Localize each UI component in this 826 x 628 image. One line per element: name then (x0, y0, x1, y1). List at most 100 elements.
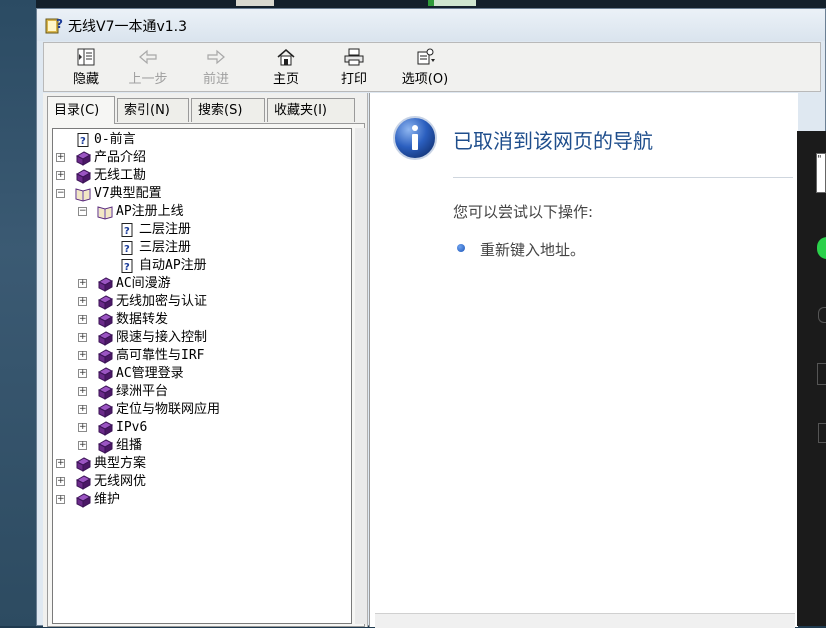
tree-scrollbar[interactable] (355, 128, 367, 624)
tree-node[interactable]: + AC间漫游 (53, 275, 343, 293)
svg-text:?: ? (124, 244, 130, 255)
tree-node[interactable]: + 无线网优 (53, 473, 343, 491)
expand-icon[interactable]: + (78, 441, 87, 450)
overlay-tool-icon[interactable] (818, 307, 826, 323)
closed-book-icon (97, 403, 113, 418)
tree-node[interactable]: ? 0-前言 (53, 131, 343, 149)
tree-node-label: 无线工勘 (94, 168, 147, 183)
tree-node[interactable]: + 无线工勘 (53, 167, 343, 185)
collapse-icon[interactable]: − (56, 189, 65, 198)
tree-node[interactable]: + 绿洲平台 (53, 383, 343, 401)
closed-book-icon (97, 277, 113, 292)
svg-text:?: ? (56, 17, 63, 31)
expand-icon[interactable]: + (78, 315, 87, 324)
tree-node[interactable]: + AC管理登录 (53, 365, 343, 383)
print-label: 打印 (340, 72, 367, 87)
tree-node[interactable]: − AP注册上线 (53, 203, 343, 221)
tree-node[interactable]: + 限速与接入控制 (53, 329, 343, 347)
closed-book-icon (97, 331, 113, 346)
tab-contents-label: 目录(C) (54, 103, 100, 118)
tree-node-label: V7典型配置 (94, 186, 162, 201)
overlay-search-input[interactable]: " (816, 153, 826, 193)
tab-search-label: 搜索(S) (198, 103, 243, 118)
tree-node-label: 三层注册 (139, 240, 192, 255)
chat-app-icon[interactable] (817, 237, 826, 259)
expand-icon[interactable]: + (78, 387, 87, 396)
tab-search[interactable]: 搜索(S) (191, 98, 265, 122)
collapse-icon[interactable]: − (78, 207, 87, 216)
tree-frame: ? 0-前言 + 产品介绍 + 无线工勘 − V7典型配置 − AP注册上线? 二层注册? 三层注册?… (47, 123, 367, 627)
tree-node[interactable]: ? 三层注册 (53, 239, 343, 257)
tree-node[interactable]: + 产品介绍 (53, 149, 343, 167)
forward-button[interactable]: 前进 (186, 45, 246, 89)
expand-icon[interactable]: + (56, 153, 65, 162)
taskbar-thumbnail[interactable] (428, 0, 476, 6)
expand-icon[interactable]: + (78, 369, 87, 378)
tree-node[interactable]: ? 二层注册 (53, 221, 343, 239)
tree-node[interactable]: + 典型方案 (53, 455, 343, 473)
expand-icon[interactable]: + (56, 171, 65, 180)
help-page-icon: ? (121, 241, 133, 255)
tab-contents[interactable]: 目录(C) (47, 96, 115, 124)
svg-text:?: ? (124, 226, 130, 237)
title-bar[interactable]: ? 无线V7一本通v1.3 (37, 9, 825, 41)
tab-favorites[interactable]: 收藏夹(I) (267, 98, 355, 122)
tree-node[interactable]: + IPv6 (53, 419, 343, 437)
expand-icon[interactable]: + (78, 297, 87, 306)
overlay-box-icon[interactable] (817, 363, 826, 385)
expand-icon[interactable]: + (78, 351, 87, 360)
closed-book-icon (97, 439, 113, 454)
tree-node-label: 高可靠性与IRF (116, 348, 205, 363)
tree-node[interactable]: + 组播 (53, 437, 343, 455)
home-label: 主页 (272, 72, 299, 87)
tree-node[interactable]: + 高可靠性与IRF (53, 347, 343, 365)
taskbar-thumbnail[interactable] (236, 0, 274, 6)
tab-index[interactable]: 索引(N) (117, 98, 189, 122)
open-book-icon (97, 206, 113, 220)
tree-node-label: 维护 (94, 492, 121, 507)
print-button[interactable]: 打印 (324, 45, 384, 89)
expand-icon[interactable]: + (78, 333, 87, 342)
overlay-doc-icon[interactable] (818, 423, 826, 443)
expand-icon[interactable]: + (56, 459, 65, 468)
help-page-icon: ? (121, 223, 133, 237)
open-book-icon (75, 188, 91, 202)
expand-icon[interactable]: + (78, 423, 87, 432)
tree-node-label: AC管理登录 (116, 366, 184, 381)
closed-book-icon (75, 475, 91, 490)
expand-icon[interactable]: + (78, 405, 87, 414)
tree-node-label: 典型方案 (94, 456, 147, 471)
tree-node-label: IPv6 (116, 420, 148, 435)
expand-icon[interactable]: + (78, 279, 87, 288)
back-arrow-icon (139, 49, 157, 65)
closed-book-icon (97, 385, 113, 400)
tree-node-label: 绿洲平台 (116, 384, 169, 399)
hide-button[interactable]: 隐藏 (56, 45, 116, 89)
svg-text:?: ? (80, 136, 86, 147)
tree-node-label: 产品介绍 (94, 150, 147, 165)
closed-book-icon (97, 367, 113, 382)
tree-node[interactable]: + 维护 (53, 491, 343, 509)
options-button[interactable]: 选项(O) (392, 45, 458, 89)
tree-node-label: 限速与接入控制 (116, 330, 208, 345)
error-title: 已取消到该网页的导航 (453, 129, 653, 153)
expand-icon[interactable]: + (56, 477, 65, 486)
home-button[interactable]: 主页 (256, 45, 316, 89)
overlapping-window: " (797, 131, 826, 626)
tree-node[interactable]: ? 自动AP注册 (53, 257, 343, 275)
back-button[interactable]: 上一步 (118, 45, 178, 89)
closed-book-icon (97, 295, 113, 310)
tree-node[interactable]: + 定位与物联网应用 (53, 401, 343, 419)
tree-node[interactable]: + 数据转发 (53, 311, 343, 329)
window-title: 无线V7一本通v1.3 (68, 19, 188, 35)
contents-tree[interactable]: ? 0-前言 + 产品介绍 + 无线工勘 − V7典型配置 − AP注册上线? 二层注册? 三层注册?… (52, 128, 352, 624)
tree-node[interactable]: + 无线加密与认证 (53, 293, 343, 311)
help-page-icon: ? (77, 133, 89, 147)
retype-address-item: 重新键入地址。 (480, 241, 586, 259)
content-pane: 已取消到该网页的导航 您可以尝试以下操作: 重新键入地址。 (369, 93, 798, 627)
closed-book-icon (97, 313, 113, 328)
expand-icon[interactable]: + (56, 495, 65, 504)
help-book-icon: ? (45, 17, 63, 34)
toolbar: 隐藏 上一步 前进 主页 打印 选项(O) (43, 42, 821, 92)
tree-node[interactable]: − V7典型配置 (53, 185, 343, 203)
